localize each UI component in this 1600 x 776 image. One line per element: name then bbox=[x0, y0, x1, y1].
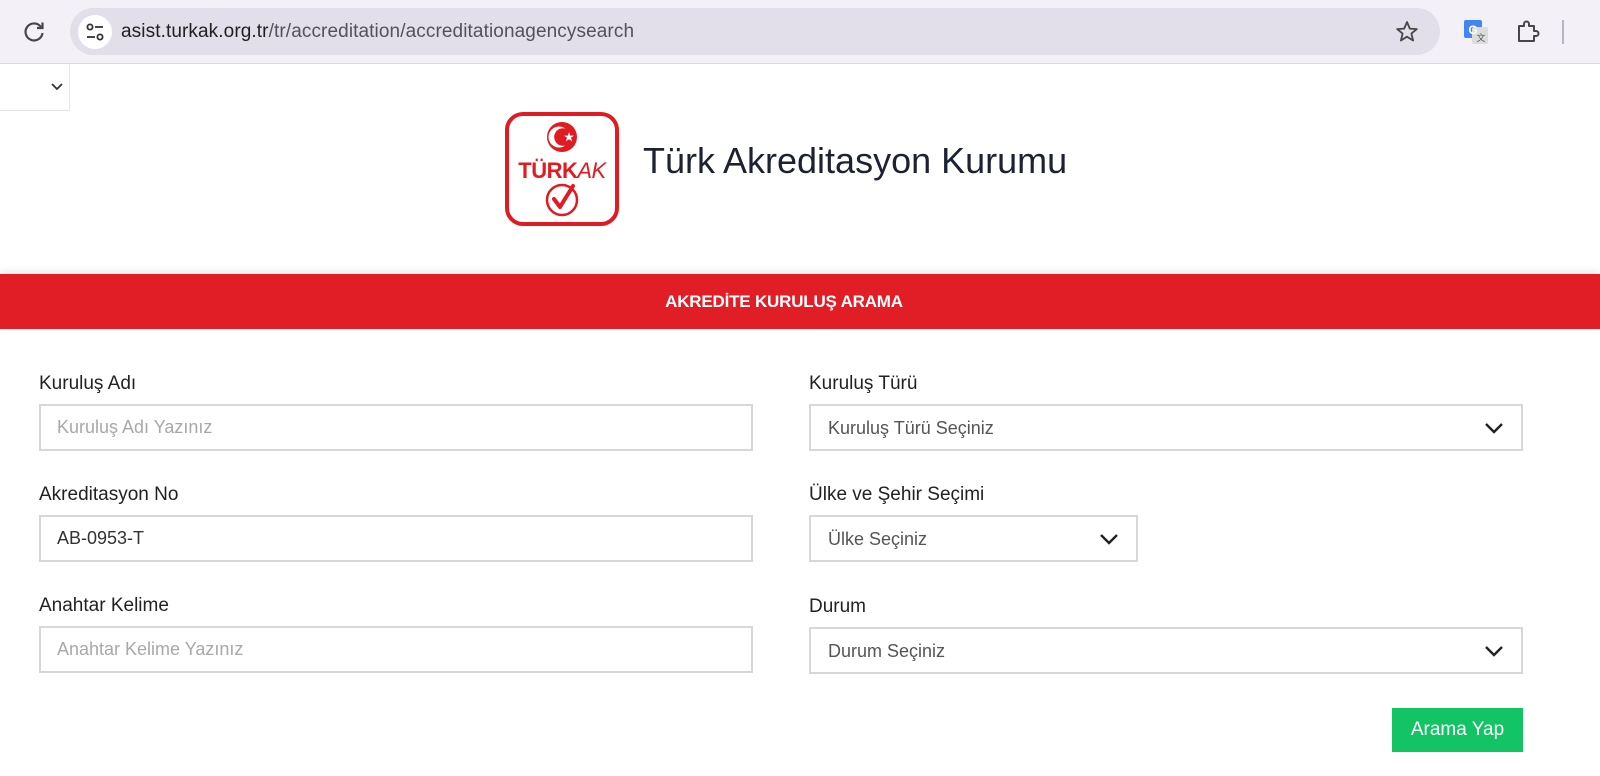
address-bar[interactable]: asist.turkak.org.tr/tr/accreditation/acc… bbox=[70, 8, 1440, 55]
url-host: asist.turkak.org.tr bbox=[121, 21, 269, 42]
ulke-selected: Ülke Seçiniz bbox=[828, 529, 928, 549]
durum-selected: Durum Seçiniz bbox=[828, 641, 946, 661]
kurulus-adi-input[interactable] bbox=[41, 406, 751, 449]
anahtar-kelime-label: Anahtar Kelime bbox=[39, 595, 169, 616]
tune-icon[interactable] bbox=[78, 15, 112, 49]
akreditasyon-no-input[interactable] bbox=[41, 517, 751, 560]
akreditasyon-no-field bbox=[39, 515, 753, 562]
chevron-down-icon bbox=[1485, 646, 1503, 657]
chevron-down-icon bbox=[1100, 534, 1118, 545]
ulke-select[interactable]: Ülke Seçiniz bbox=[809, 515, 1138, 562]
logo-text-main: TÜRK bbox=[518, 158, 578, 183]
banner-title: AKREDİTE KURULUŞ ARAMA bbox=[665, 292, 903, 311]
chevron-down-icon bbox=[1485, 423, 1503, 434]
url-path: /tr/accreditation/accreditationagencysea… bbox=[268, 21, 635, 42]
google-translate-icon[interactable]: G文 bbox=[1462, 18, 1490, 46]
reload-icon[interactable] bbox=[20, 18, 48, 46]
logo-wordmark: TÜRKAK bbox=[509, 158, 615, 184]
anahtar-kelime-field bbox=[39, 626, 753, 673]
site-title: Türk Akreditasyon Kurumu bbox=[643, 140, 1068, 181]
durum-select[interactable]: Durum Seçiniz bbox=[809, 627, 1523, 674]
chevron-down-icon bbox=[51, 83, 63, 91]
ulke-sehir-label: Ülke ve Şehir Seçimi bbox=[809, 484, 985, 505]
search-button[interactable]: Arama Yap bbox=[1392, 708, 1523, 752]
anahtar-kelime-input[interactable] bbox=[41, 628, 751, 671]
puzzle-icon[interactable] bbox=[1514, 17, 1542, 45]
language-select[interactable] bbox=[0, 64, 70, 111]
url-text[interactable]: asist.turkak.org.tr/tr/accreditation/acc… bbox=[121, 21, 634, 43]
durum-label: Durum bbox=[809, 596, 867, 617]
page-banner: AKREDİTE KURULUŞ ARAMA bbox=[0, 274, 1600, 329]
browser-toolbar: asist.turkak.org.tr/tr/accreditation/acc… bbox=[0, 0, 1600, 64]
akreditasyon-no-label: Akreditasyon No bbox=[39, 484, 179, 505]
kurulus-turu-selected: Kuruluş Türü Seçiniz bbox=[828, 418, 994, 438]
toolbar-divider bbox=[1562, 20, 1564, 44]
kurulus-adi-field bbox=[39, 404, 753, 451]
logo-text-accent: AK bbox=[577, 158, 606, 183]
kurulus-turu-select[interactable]: Kuruluş Türü Seçiniz bbox=[809, 404, 1523, 451]
kurulus-adi-label: Kuruluş Adı bbox=[39, 373, 137, 394]
kurulus-turu-label: Kuruluş Türü bbox=[809, 373, 918, 394]
svg-text:文: 文 bbox=[1476, 32, 1485, 43]
turkak-logo[interactable]: TÜRKAK bbox=[505, 112, 619, 226]
star-icon[interactable] bbox=[1394, 19, 1420, 45]
